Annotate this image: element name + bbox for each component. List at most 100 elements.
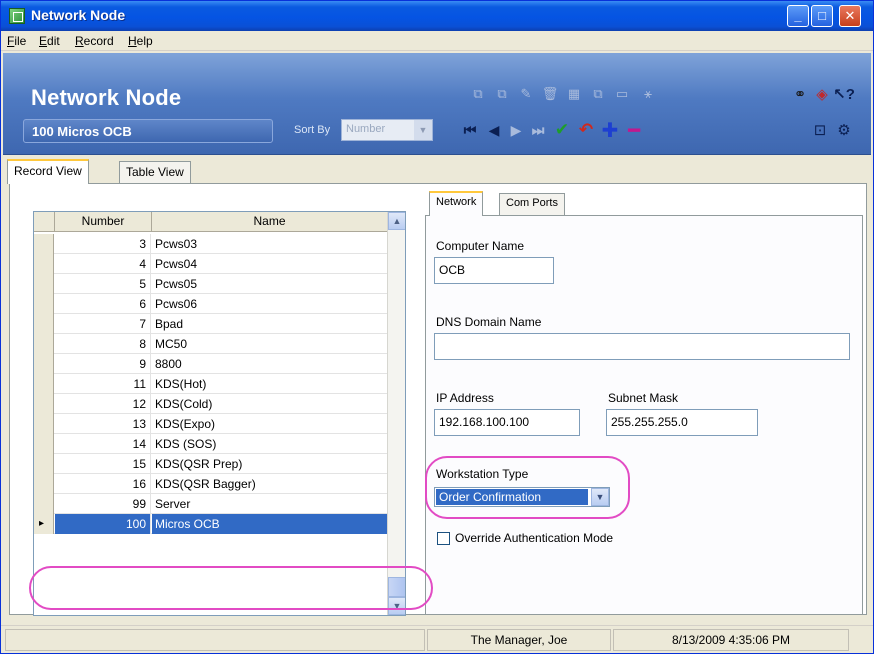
- menu-record[interactable]: Record: [75, 34, 114, 48]
- dns-domain-input[interactable]: [434, 333, 850, 360]
- chevron-down-icon[interactable]: ▼: [414, 120, 432, 140]
- chevron-down-icon[interactable]: ▼: [591, 488, 609, 506]
- remove-record-icon[interactable]: ━: [625, 120, 643, 142]
- minimize-button[interactable]: _: [787, 5, 809, 27]
- maximize-button[interactable]: □: [811, 5, 833, 27]
- cell-number[interactable]: 6: [55, 294, 151, 314]
- save-check-icon[interactable]: ✔: [553, 120, 571, 139]
- cell-name[interactable]: Bpad: [152, 314, 387, 334]
- menu-help[interactable]: Help: [128, 34, 153, 48]
- table-row[interactable]: 9 8800: [34, 354, 387, 374]
- edit-icon[interactable]: ✎: [517, 85, 535, 103]
- last-record-icon[interactable]: ⏭: [529, 121, 547, 139]
- column-header-name[interactable]: Name: [152, 212, 387, 232]
- menu-file[interactable]: File: [7, 34, 26, 48]
- table-row[interactable]: 15 KDS(QSR Prep): [34, 454, 387, 474]
- tab-com-ports[interactable]: Com Ports: [499, 193, 565, 215]
- cell-name[interactable]: Pcws06: [152, 294, 387, 314]
- table-row[interactable]: 99 Server: [34, 494, 387, 514]
- row-selector[interactable]: [34, 354, 54, 374]
- row-selector[interactable]: [34, 494, 54, 514]
- workstation-type-select[interactable]: Order Confirmation ▼: [434, 487, 610, 507]
- scroll-up-icon[interactable]: ▲: [388, 212, 405, 230]
- table-row[interactable]: 14 KDS (SOS): [34, 434, 387, 454]
- scroll-down-icon[interactable]: ▼: [388, 597, 405, 615]
- cell-number[interactable]: 9: [55, 354, 151, 374]
- subnet-mask-input[interactable]: 255.255.255.0: [606, 409, 758, 436]
- table-row[interactable]: ▸ 100 Micros OCB: [34, 514, 387, 534]
- table-row[interactable]: 5 Pcws05: [34, 274, 387, 294]
- cell-name[interactable]: KDS(Cold): [152, 394, 387, 414]
- table-row[interactable]: 3 Pcws03: [34, 234, 387, 254]
- cell-number[interactable]: 99: [55, 494, 151, 514]
- cell-name[interactable]: Pcws03: [152, 234, 387, 254]
- table-row[interactable]: 7 Bpad: [34, 314, 387, 334]
- row-selector[interactable]: [34, 474, 54, 494]
- row-selector[interactable]: [34, 294, 54, 314]
- cell-number[interactable]: 13: [55, 414, 151, 434]
- cell-name[interactable]: Server: [152, 494, 387, 514]
- undo-icon[interactable]: ↶: [577, 120, 595, 139]
- network-icon[interactable]: ⚙: [835, 121, 853, 139]
- window-icon[interactable]: ⊡: [811, 121, 829, 139]
- cell-name[interactable]: KDS (SOS): [152, 434, 387, 454]
- cell-name[interactable]: Pcws05: [152, 274, 387, 294]
- copy-icon[interactable]: ⧉: [589, 85, 607, 103]
- cell-name[interactable]: KDS(Expo): [152, 414, 387, 434]
- cell-number[interactable]: 11: [55, 374, 151, 394]
- cell-number[interactable]: 100: [55, 514, 151, 534]
- current-record-field[interactable]: 100 Micros OCB: [23, 119, 273, 143]
- scrollbar-thumb[interactable]: [388, 577, 405, 597]
- tab-network[interactable]: Network: [429, 191, 484, 216]
- binoculars-icon[interactable]: ⚭: [791, 85, 809, 103]
- tab-table-view[interactable]: Table View: [119, 161, 191, 183]
- table-row[interactable]: 4 Pcws04: [34, 254, 387, 274]
- cell-number[interactable]: 16: [55, 474, 151, 494]
- table-row[interactable]: 16 KDS(QSR Bagger): [34, 474, 387, 494]
- row-selector[interactable]: [34, 414, 54, 434]
- eraser-icon[interactable]: ◈: [813, 85, 831, 103]
- ip-address-input[interactable]: 192.168.100.100: [434, 409, 580, 436]
- cell-number[interactable]: 3: [55, 234, 151, 254]
- cell-number[interactable]: 12: [55, 394, 151, 414]
- cell-number[interactable]: 8: [55, 334, 151, 354]
- cell-name[interactable]: KDS(Hot): [152, 374, 387, 394]
- cell-number[interactable]: 15: [55, 454, 151, 474]
- row-selector[interactable]: [34, 234, 54, 254]
- document-icon[interactable]: ▭: [613, 85, 631, 103]
- row-selector[interactable]: [34, 454, 54, 474]
- table-row[interactable]: 8 MC50: [34, 334, 387, 354]
- first-record-icon[interactable]: ⏮: [461, 121, 479, 139]
- computer-name-input[interactable]: OCB: [434, 257, 554, 284]
- row-selector[interactable]: [34, 254, 54, 274]
- table-row[interactable]: 13 KDS(Expo): [34, 414, 387, 434]
- cell-number[interactable]: 7: [55, 314, 151, 334]
- cell-name[interactable]: MC50: [152, 334, 387, 354]
- table-row[interactable]: 12 KDS(Cold): [34, 394, 387, 414]
- sort-by-select[interactable]: Number ▼: [341, 119, 433, 141]
- cell-number[interactable]: 5: [55, 274, 151, 294]
- cell-name[interactable]: KDS(QSR Bagger): [152, 474, 387, 494]
- table-row[interactable]: 11 KDS(Hot): [34, 374, 387, 394]
- grid-scrollbar[interactable]: ▲ ▼: [387, 212, 405, 615]
- table-row[interactable]: 6 Pcws06: [34, 294, 387, 314]
- add-record-icon[interactable]: ✚: [601, 120, 619, 142]
- next-record-icon[interactable]: ▶: [507, 121, 525, 139]
- help-cursor-icon[interactable]: ↖?: [833, 85, 855, 103]
- current-row-indicator[interactable]: ▸: [34, 514, 54, 534]
- cell-name[interactable]: 8800: [152, 354, 387, 374]
- wand-icon[interactable]: ⚹: [639, 85, 657, 103]
- menu-edit[interactable]: Edit: [39, 34, 60, 48]
- row-selector[interactable]: [34, 314, 54, 334]
- cell-name[interactable]: Micros OCB: [152, 514, 387, 534]
- row-selector[interactable]: [34, 274, 54, 294]
- grid-icon[interactable]: ▦: [565, 85, 583, 103]
- cell-name[interactable]: KDS(QSR Prep): [152, 454, 387, 474]
- tab-record-view[interactable]: Record View: [7, 159, 89, 184]
- cell-number[interactable]: 4: [55, 254, 151, 274]
- delete-icon[interactable]: 🗑: [541, 85, 559, 103]
- cell-number[interactable]: 14: [55, 434, 151, 454]
- row-selector[interactable]: [34, 374, 54, 394]
- title-bar[interactable]: Network Node _ □ ✕: [1, 1, 873, 31]
- row-selector[interactable]: [34, 394, 54, 414]
